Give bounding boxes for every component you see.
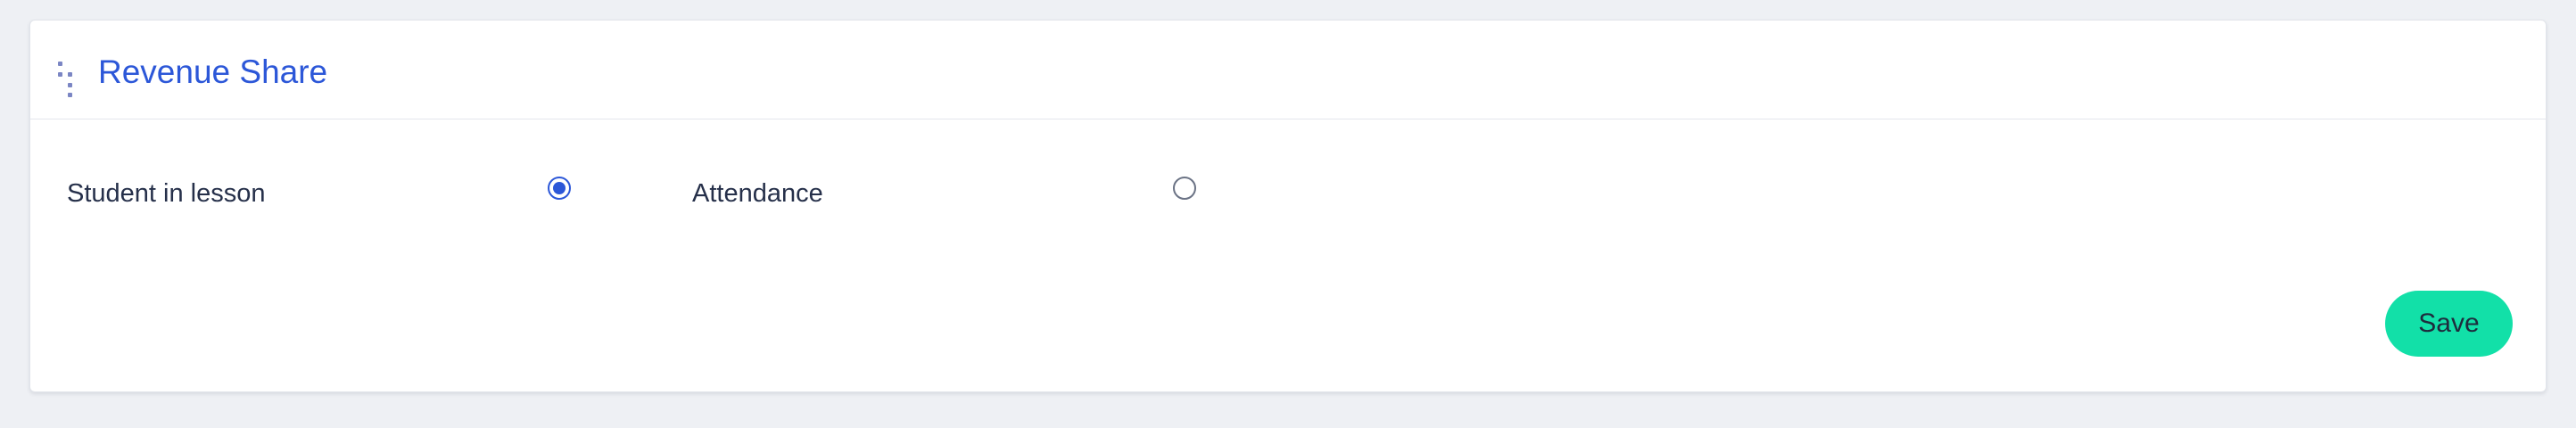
option-label-student-in-lesson: Student in lesson (67, 179, 266, 208)
panel-title: Revenue Share (98, 54, 328, 90)
save-button[interactable]: Save (2385, 291, 2513, 357)
radio-attendance[interactable] (1173, 177, 1196, 200)
drag-handle-icon[interactable] (56, 62, 78, 101)
radio-student-in-lesson[interactable] (548, 177, 571, 200)
revenue-share-card: Revenue Share Student in lesson Attendan… (29, 20, 2547, 392)
option-label-attendance: Attendance (692, 179, 823, 208)
card-header: Revenue Share (30, 21, 2546, 119)
